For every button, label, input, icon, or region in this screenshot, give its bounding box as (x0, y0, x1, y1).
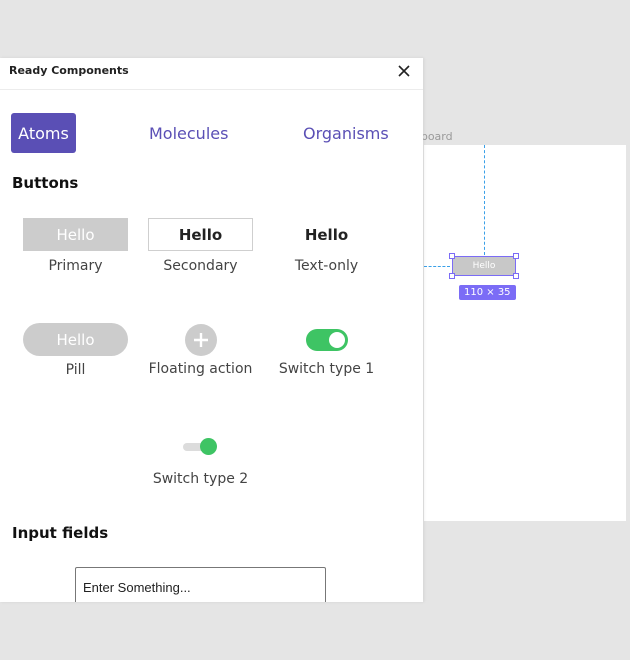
panel-header: Ready Components (0, 58, 423, 90)
secondary-button-preview[interactable]: Hello (148, 218, 253, 251)
selected-canvas-button[interactable]: Hello (452, 256, 516, 276)
text-only-button-preview[interactable]: Hello (274, 218, 379, 251)
switch-type-2-toggle[interactable] (182, 437, 219, 457)
switch-type-2-component[interactable]: Switch type 2 (148, 432, 253, 487)
resize-handle-bottom-left[interactable] (449, 273, 455, 279)
close-icon[interactable] (395, 62, 413, 80)
floating-action-button-preview[interactable] (184, 324, 217, 356)
secondary-label: Secondary (163, 258, 238, 274)
secondary-button-component[interactable]: Hello Secondary (148, 218, 253, 274)
ready-components-panel: Ready Components Atoms Molecules Organis… (0, 58, 423, 602)
tab-organisms[interactable]: Organisms (303, 124, 389, 143)
tab-atoms[interactable]: Atoms (11, 113, 76, 153)
text-input-component[interactable]: Enter Something... (75, 567, 326, 602)
pill-button-component[interactable]: Hello Pill (23, 323, 128, 378)
primary-button-component[interactable]: Hello Primary (23, 218, 128, 274)
tab-molecules[interactable]: Molecules (149, 124, 228, 143)
text-only-label: Text-only (294, 258, 359, 274)
pill-label: Pill (65, 362, 86, 378)
buttons-section-title: Buttons (12, 174, 79, 192)
plus-icon (193, 333, 208, 347)
primary-button-preview[interactable]: Hello (23, 218, 128, 251)
resize-handle-bottom-right[interactable] (513, 273, 519, 279)
text-only-button-component[interactable]: Hello Text-only (274, 218, 379, 275)
size-badge: 110 × 35 (459, 285, 516, 300)
artboard[interactable] (424, 145, 626, 521)
switch-type-1-label: Switch type 1 (278, 361, 375, 377)
resize-handle-top-right[interactable] (513, 253, 519, 259)
switch-type-1-toggle[interactable] (305, 329, 348, 351)
primary-label: Primary (48, 258, 103, 274)
panel-title: Ready Components (9, 64, 129, 77)
switch-type-1-component[interactable]: Switch type 1 (274, 324, 379, 377)
horizontal-guide-line (424, 266, 450, 267)
input-fields-section-title: Input fields (12, 524, 109, 542)
switch-type-2-label: Switch type 2 (152, 471, 249, 487)
floating-action-component[interactable]: Floating action (148, 324, 253, 377)
vertical-guide-line (484, 145, 485, 255)
resize-handle-top-left[interactable] (449, 253, 455, 259)
floating-action-label: Floating action (148, 361, 253, 377)
pill-button-preview[interactable]: Hello (23, 323, 128, 356)
